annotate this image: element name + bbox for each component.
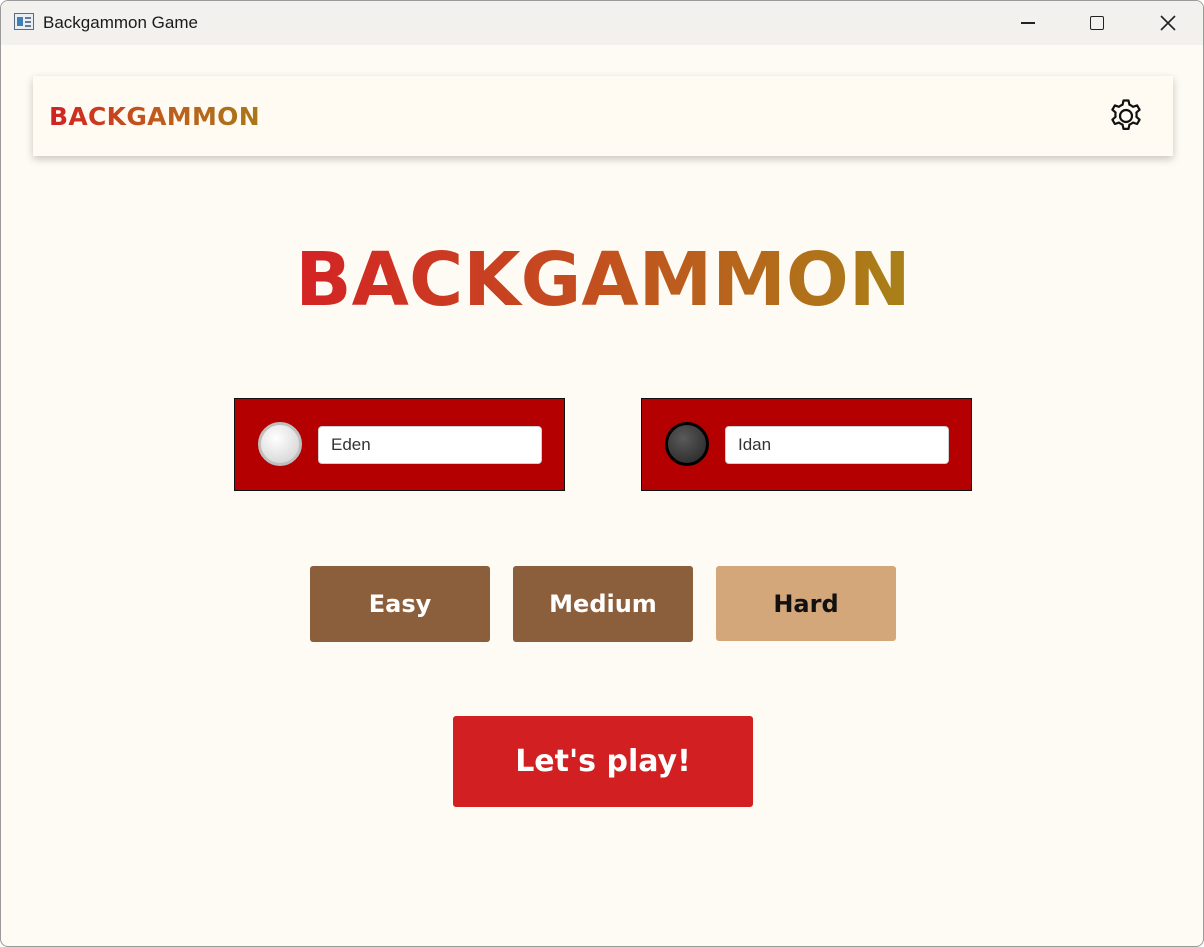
close-icon [1160, 15, 1176, 31]
header-title: BACKGAMMON [49, 102, 260, 131]
black-checker-icon [665, 422, 709, 466]
close-button[interactable] [1145, 1, 1191, 45]
player-2-name-input[interactable] [725, 426, 949, 464]
gear-icon[interactable] [1107, 97, 1145, 135]
player-1-card [234, 398, 565, 491]
maximize-button[interactable] [1074, 1, 1120, 45]
title-bar: Backgammon Game [1, 1, 1203, 45]
main-title: BACKGAMMON [1, 237, 1203, 323]
difficulty-medium-button[interactable]: Medium [513, 566, 693, 642]
white-checker-icon [258, 422, 302, 466]
app-header: BACKGAMMON [33, 76, 1173, 156]
minimize-button[interactable] [1005, 1, 1051, 45]
player-1-name-input[interactable] [318, 426, 542, 464]
minimize-icon [1021, 22, 1035, 24]
window-title: Backgammon Game [43, 13, 198, 32]
player-2-card [641, 398, 972, 491]
lets-play-button[interactable]: Let's play! [453, 716, 753, 807]
difficulty-easy-button[interactable]: Easy [310, 566, 490, 642]
maximize-icon [1090, 16, 1104, 30]
app-window: Backgammon Game BACKGAMMON BACKGAMMON Ea… [0, 0, 1204, 947]
difficulty-hard-button[interactable]: Hard [716, 566, 896, 641]
app-icon [14, 13, 34, 30]
main-title-text: BACKGAMMON [295, 237, 911, 323]
